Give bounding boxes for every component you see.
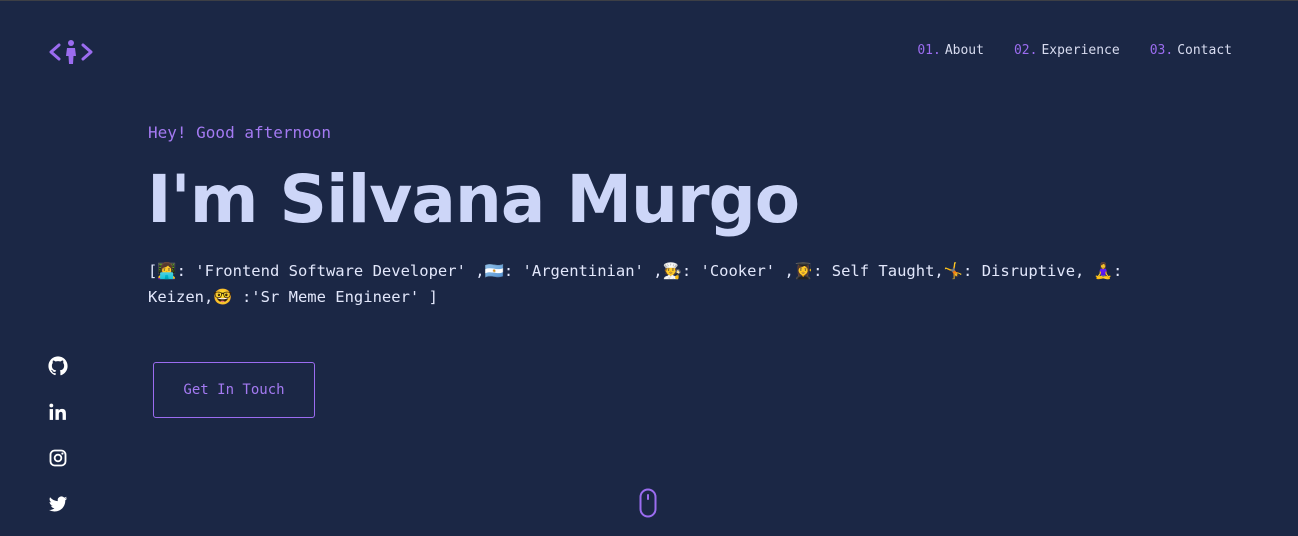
get-in-touch-button[interactable]: Get In Touch (153, 362, 315, 418)
linkedin-icon[interactable] (48, 402, 68, 422)
nav-label: About (944, 43, 984, 58)
twitter-icon[interactable] (48, 494, 68, 514)
window-top-border (0, 0, 1298, 1)
nav-number: 02. (1013, 43, 1038, 58)
nav-link-about[interactable]: 01. About (917, 43, 984, 58)
social-links (48, 356, 68, 514)
hero-greeting: Hey! Good afternoon (148, 123, 332, 142)
mouse-scroll-icon (639, 488, 657, 518)
nav-link-contact[interactable]: 03. Contact (1150, 43, 1232, 58)
instagram-icon[interactable] (48, 448, 68, 468)
nav-label: Contact (1177, 43, 1232, 58)
nav-number: 03. (1149, 43, 1174, 58)
hero-title: I'm Silvana Murgo (147, 161, 800, 238)
github-icon[interactable] (48, 356, 68, 376)
nav-label: Experience (1041, 43, 1120, 58)
main-nav: 01. About 02. Experience 03. Contact (917, 43, 1232, 58)
nav-link-experience[interactable]: 02. Experience (1014, 43, 1120, 58)
nav-number: 01. (917, 43, 941, 58)
hero-bio: [👩‍💻: 'Frontend Software Developer' ,🇦🇷:… (148, 262, 1123, 306)
logo-icon[interactable] (49, 38, 97, 66)
